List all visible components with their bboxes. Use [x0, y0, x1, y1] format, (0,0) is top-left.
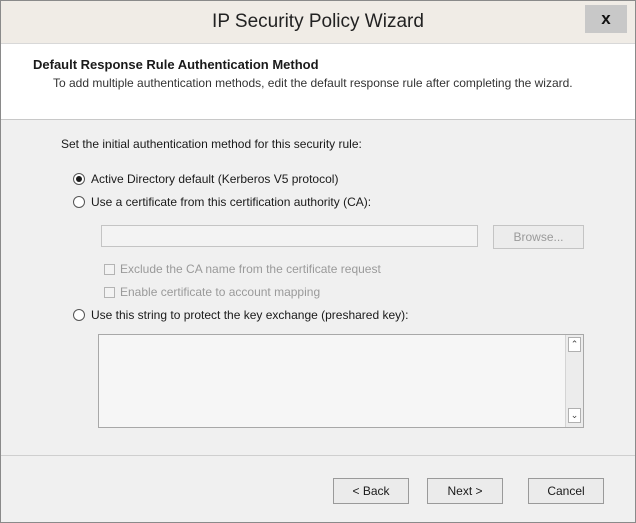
wizard-footer: < Back Next > Cancel	[1, 455, 635, 522]
title-bar[interactable]: IP Security Policy Wizard x	[1, 1, 635, 44]
checkbox-exclude-ca-name[interactable]: Exclude the CA name from the certificate…	[104, 262, 381, 276]
chevron-up-icon[interactable]: ⌃	[568, 337, 581, 352]
wizard-header: Default Response Rule Authentication Met…	[1, 44, 635, 120]
checkbox-label: Enable certificate to account mapping	[120, 285, 321, 299]
radio-certificate[interactable]: Use a certificate from this certificatio…	[73, 195, 371, 209]
radio-button-icon[interactable]	[73, 196, 85, 208]
textarea-scrollbar[interactable]: ⌃ ⌄	[565, 335, 583, 427]
page-title: Default Response Rule Authentication Met…	[33, 57, 319, 72]
radio-label: Use this string to protect the key excha…	[91, 308, 409, 322]
radio-button-icon[interactable]	[73, 173, 85, 185]
radio-label: Use a certificate from this certificatio…	[91, 195, 372, 209]
radio-preshared-key[interactable]: Use this string to protect the key excha…	[73, 308, 409, 322]
close-button[interactable]: x	[585, 5, 627, 33]
radio-button-icon[interactable]	[73, 309, 85, 321]
checkbox-label: Exclude the CA name from the certificate…	[120, 262, 381, 276]
page-description: To add multiple authentication methods, …	[53, 76, 573, 90]
preshared-key-textarea[interactable]: ⌃ ⌄	[98, 334, 584, 428]
chevron-down-icon[interactable]: ⌄	[568, 408, 581, 423]
radio-label: Active Directory default (Kerberos V5 pr…	[91, 172, 339, 186]
browse-button[interactable]: Browse...	[493, 225, 584, 249]
checkbox-account-mapping[interactable]: Enable certificate to account mapping	[104, 285, 320, 299]
checkbox-icon[interactable]	[104, 286, 115, 298]
window-title: IP Security Policy Wizard	[212, 11, 424, 32]
wizard-window: IP Security Policy Wizard x Default Resp…	[0, 0, 636, 523]
method-prompt: Set the initial authentication method fo…	[61, 137, 362, 151]
checkbox-icon[interactable]	[104, 263, 115, 275]
close-icon: x	[601, 9, 611, 28]
wizard-body: Set the initial authentication method fo…	[1, 120, 635, 454]
next-button[interactable]: Next >	[427, 478, 503, 504]
cancel-button[interactable]: Cancel	[528, 478, 604, 504]
ca-name-field[interactable]	[101, 225, 478, 247]
radio-active-directory[interactable]: Active Directory default (Kerberos V5 pr…	[73, 172, 338, 186]
back-button[interactable]: < Back	[333, 478, 409, 504]
